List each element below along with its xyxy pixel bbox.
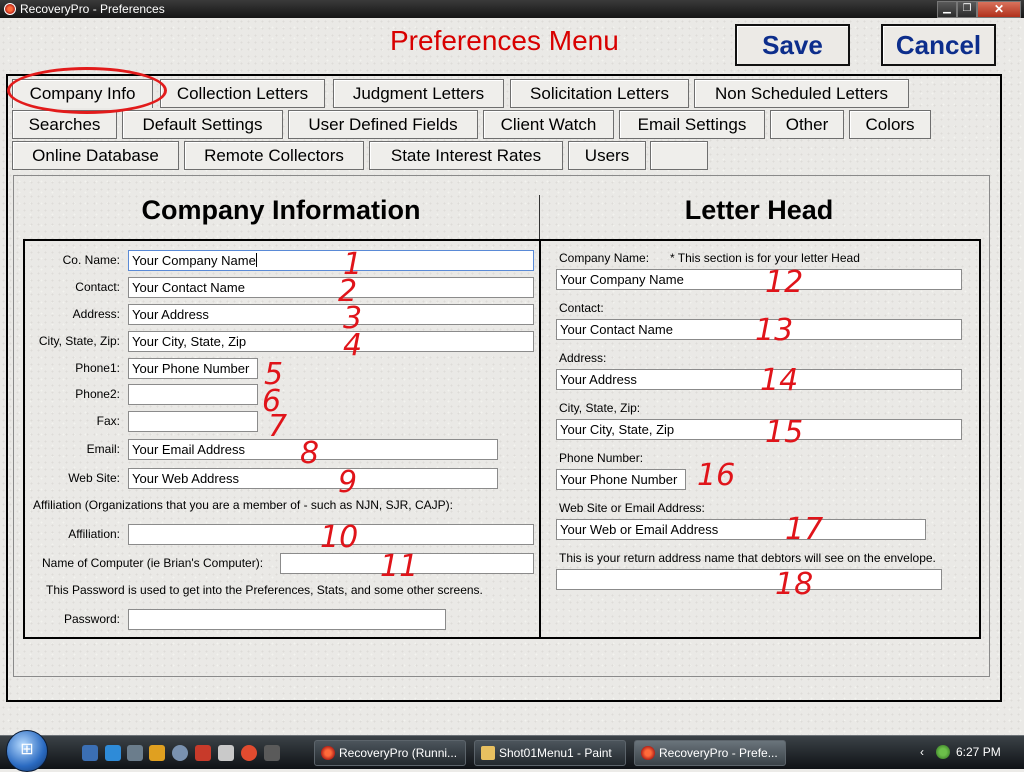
affiliation-field[interactable]: [128, 524, 534, 545]
calculator-icon[interactable]: [218, 745, 234, 761]
cancel-button[interactable]: Cancel: [881, 24, 996, 66]
tab-default-settings[interactable]: Default Settings: [122, 110, 283, 139]
app-icon[interactable]: [4, 3, 16, 15]
switch-windows-icon[interactable]: [127, 745, 143, 761]
co-name-label: Co. Name:: [62, 253, 120, 267]
affiliation-label: Affiliation:: [68, 527, 120, 541]
window-title: RecoveryPro - Preferences: [20, 2, 165, 16]
lh-phone-field[interactable]: Your Phone Number: [556, 469, 686, 490]
lh-address-label: Address:: [559, 351, 607, 365]
website-field[interactable]: Your Web Address: [128, 468, 498, 489]
tab-state-interest-rates[interactable]: State Interest Rates: [369, 141, 563, 170]
lh-address-field[interactable]: Your Address: [556, 369, 962, 390]
password-label: Password:: [63, 612, 120, 626]
tab-user-defined-fields[interactable]: User Defined Fields: [288, 110, 478, 139]
city-state-zip-field[interactable]: Your City, State, Zip: [128, 331, 534, 352]
contact-label: Contact:: [75, 280, 120, 294]
letter-head-heading: Letter Head: [684, 195, 834, 225]
tray-expand-chevron-icon[interactable]: ‹: [920, 736, 924, 769]
quicklaunch-app-icon[interactable]: [195, 745, 211, 761]
tab-blank[interactable]: [650, 141, 708, 170]
tab-remote-collectors[interactable]: Remote Collectors: [184, 141, 364, 170]
lh-return-address-note: This is your return address name that de…: [559, 551, 936, 565]
window-controls: ▁ ❐ ✕: [937, 0, 1021, 18]
company-information-heading: Company Information: [141, 195, 421, 225]
show-desktop-icon[interactable]: [82, 745, 98, 761]
computer-name-label: Name of Computer (ie Brian's Computer):: [42, 556, 264, 570]
tab-email-settings[interactable]: Email Settings: [619, 110, 765, 139]
start-button[interactable]: ⊞: [6, 730, 48, 772]
tab-client-watch[interactable]: Client Watch: [483, 110, 614, 139]
tab-users[interactable]: Users: [568, 141, 646, 170]
page-title: Preferences Menu: [390, 25, 619, 56]
task-paint[interactable]: Shot01Menu1 - Paint: [474, 740, 626, 766]
fax-field[interactable]: [128, 411, 258, 432]
task-recoverypro-running[interactable]: RecoveryPro (Runni...: [314, 740, 466, 766]
lh-contact-label: Contact:: [559, 301, 604, 315]
save-button[interactable]: Save: [735, 24, 850, 66]
co-name-field[interactable]: Your Company Name: [128, 250, 534, 271]
terminal-icon[interactable]: [264, 745, 280, 761]
task-label: RecoveryPro - Prefe...: [659, 746, 778, 760]
tab-other[interactable]: Other: [770, 110, 844, 139]
paint-icon: [481, 746, 495, 760]
system-tray: ‹ 6:27 PM: [914, 736, 1024, 769]
phone1-label: Phone1:: [75, 361, 120, 375]
lh-phone-label: Phone Number:: [559, 451, 644, 465]
internet-explorer-icon[interactable]: [105, 745, 121, 761]
minimize-button[interactable]: ▁: [937, 1, 957, 18]
email-label: Email:: [86, 442, 120, 456]
tab-solicitation-letters[interactable]: Solicitation Letters: [510, 79, 689, 108]
phone1-field[interactable]: Your Phone Number: [128, 358, 258, 379]
windows-logo-icon: ⊞: [20, 741, 34, 758]
tab-company-info[interactable]: Company Info: [12, 79, 153, 108]
tab-searches[interactable]: Searches: [12, 110, 117, 139]
phone2-field[interactable]: [128, 384, 258, 405]
lh-web-email-field[interactable]: Your Web or Email Address: [556, 519, 926, 540]
network-icon[interactable]: [936, 745, 950, 759]
lh-city-state-zip-field[interactable]: Your City, State, Zip: [556, 419, 962, 440]
maximize-button[interactable]: ❐: [957, 1, 977, 18]
close-button[interactable]: ✕: [977, 1, 1021, 18]
password-note: This Password is used to get into the Pr…: [46, 583, 483, 597]
tab-non-scheduled-letters[interactable]: Non Scheduled Letters: [694, 79, 909, 108]
address-field[interactable]: Your Address: [128, 304, 534, 325]
tab-judgment-letters[interactable]: Judgment Letters: [333, 79, 504, 108]
text-caret: [255, 253, 257, 267]
taskbar: ⊞ RecoveryPro (Runni... Shot01Menu1 - Pa…: [0, 730, 1024, 772]
lh-web-email-label: Web Site or Email Address:: [559, 501, 705, 515]
lh-contact-field[interactable]: Your Contact Name: [556, 319, 962, 340]
tab-online-database[interactable]: Online Database: [12, 141, 179, 170]
lh-return-address-field[interactable]: [556, 569, 942, 590]
tab-collection-letters[interactable]: Collection Letters: [160, 79, 325, 108]
affiliation-note: Affiliation (Organizations that you are …: [33, 498, 453, 512]
task-label: RecoveryPro (Runni...: [339, 746, 458, 760]
phone2-label: Phone2:: [75, 387, 120, 401]
tab-colors[interactable]: Colors: [849, 110, 931, 139]
preferences-window: Preferences Menu Save Cancel Company Inf…: [0, 18, 1024, 735]
contact-field[interactable]: Your Contact Name: [128, 277, 534, 298]
lh-company-name-label: Company Name:: [559, 251, 650, 265]
task-label: Shot01Menu1 - Paint: [499, 746, 612, 760]
clock[interactable]: 6:27 PM: [956, 736, 1001, 769]
address-label: Address:: [72, 307, 120, 321]
computer-name-field[interactable]: [280, 553, 534, 574]
recoverypro-icon: [641, 746, 655, 760]
co-name-value: Your Company Name: [132, 253, 256, 268]
browser-icon[interactable]: [241, 745, 257, 761]
media-player-icon[interactable]: [149, 745, 165, 761]
website-label: Web Site:: [68, 471, 120, 485]
task-recoverypro-preferences[interactable]: RecoveryPro - Prefe...: [634, 740, 786, 766]
recoverypro-icon: [321, 746, 335, 760]
settings-icon[interactable]: [172, 745, 188, 761]
window-title-bar[interactable]: RecoveryPro - Preferences ▁ ❐ ✕: [0, 0, 1024, 18]
fax-label: Fax:: [96, 414, 120, 428]
lh-company-name-field[interactable]: Your Company Name: [556, 269, 962, 290]
lh-city-state-zip-label: City, State, Zip:: [559, 401, 641, 415]
email-field[interactable]: Your Email Address: [128, 439, 498, 460]
lh-section-note: * This section is for your letter Head: [670, 251, 860, 265]
city-state-zip-label: City, State, Zip:: [38, 334, 120, 348]
password-field[interactable]: [128, 609, 446, 630]
